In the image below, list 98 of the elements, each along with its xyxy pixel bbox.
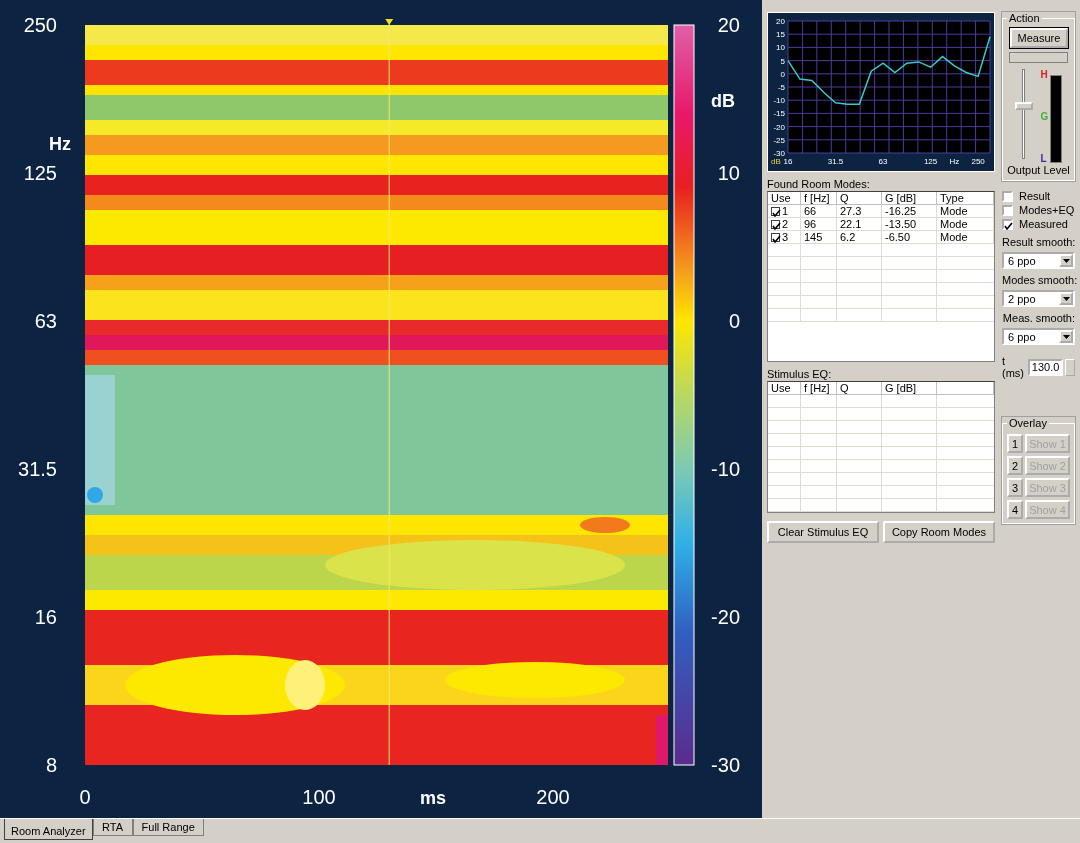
table-cell: Mode <box>940 218 968 230</box>
y-tick-label: -5 <box>777 83 785 92</box>
tab[interactable]: Full Range <box>132 819 204 836</box>
table-cell: 6.2 <box>840 231 856 243</box>
table-cell: 27.3 <box>840 205 862 217</box>
x-axis-tick: 100 <box>302 786 336 808</box>
y-tick-label: 5 <box>780 56 785 66</box>
section-title: Found Room Modes: <box>767 178 871 191</box>
y-axis-tick: 63 <box>34 310 57 332</box>
column-header[interactable]: G [dB] <box>882 192 937 205</box>
use-checkbox[interactable] <box>771 232 780 242</box>
smoothing-dropdown[interactable]: 6 ppo <box>1002 328 1075 345</box>
action-button[interactable]: Copy Room Modes <box>883 521 995 543</box>
field-label: Result smooth: <box>1002 236 1075 248</box>
dropdown-arrow-icon <box>1062 334 1070 339</box>
slider-thumb[interactable] <box>1014 101 1033 110</box>
tab[interactable]: Room Analyzer <box>4 819 93 840</box>
column-header[interactable]: G [dB] <box>882 382 937 395</box>
y-tick-label: -20 <box>773 122 785 132</box>
section-title: Stimulus EQ: <box>767 368 833 381</box>
y-tick-label: 15 <box>776 30 785 40</box>
field-label: Modes smooth: <box>1002 274 1075 286</box>
x-tick-label: 63 <box>878 157 888 166</box>
x-tick-label: 31.5 <box>827 157 844 166</box>
table-cell: Mode <box>940 231 968 243</box>
column-header[interactable]: Q <box>837 192 882 205</box>
group-title: Action <box>1008 12 1041 24</box>
table-cell: 145 <box>804 231 823 243</box>
table-cell: 96 <box>804 218 817 230</box>
measure-button[interactable]: Measure <box>1009 28 1068 48</box>
column-header[interactable]: f [Hz] <box>801 382 837 395</box>
smoothing-dropdown[interactable]: 2 ppo <box>1002 290 1075 307</box>
field-label: t (ms) <box>1002 355 1025 379</box>
color-scale-tick: 0 <box>728 310 740 332</box>
meter-label: H <box>1040 69 1049 80</box>
color-scale-tick: -30 <box>711 754 740 776</box>
y-tick-label: -10 <box>773 96 785 106</box>
column-header[interactable]: Type <box>937 192 994 205</box>
checkbox-label: Result <box>1019 190 1051 202</box>
table-cell: 66 <box>804 205 817 217</box>
y-axis-tick: 8 <box>45 754 57 776</box>
y-axis-label: Hz <box>49 134 71 154</box>
y-axis-tick: 31.5 <box>18 458 57 480</box>
y-axis-tick: 250 <box>23 14 57 36</box>
checkbox-label: Modes+EQ <box>1019 204 1075 216</box>
y-tick-label: 0 <box>780 69 785 79</box>
table-cell: 22.1 <box>840 218 862 230</box>
y-tick-label: -25 <box>773 135 785 145</box>
table-cell: Mode <box>940 205 968 217</box>
meter-label: G <box>1040 111 1049 122</box>
x-tick-label: 16 <box>783 157 793 166</box>
x-axis-tick: 200 <box>536 786 570 808</box>
x-axis-tick: 0 <box>79 786 91 808</box>
cursor-line[interactable] <box>385 19 394 766</box>
checkbox[interactable] <box>1002 218 1013 230</box>
table-cell: -13.50 <box>885 218 917 230</box>
action-button[interactable]: Clear Stimulus EQ <box>767 521 879 543</box>
color-scale-tick: -20 <box>711 606 740 628</box>
meter-label: L <box>1040 153 1048 164</box>
column-header[interactable]: f [Hz] <box>801 192 837 205</box>
output-level-slider[interactable] <box>1014 69 1031 159</box>
table-cell: -6.50 <box>885 231 911 243</box>
table-cell: 3 <box>782 231 789 243</box>
y-axis-tick: 125 <box>23 162 57 184</box>
spin-buttons[interactable] <box>1065 358 1075 376</box>
color-scale-unit: dB <box>711 91 735 111</box>
color-scale-tick: 20 <box>717 14 740 36</box>
y-axis-tick: 16 <box>34 606 57 628</box>
y-tick-label: 10 <box>776 43 785 53</box>
use-checkbox[interactable] <box>771 206 780 216</box>
column-header[interactable]: Use <box>768 192 801 205</box>
x-axis-label: Hz <box>949 157 960 166</box>
x-tick-label: 125 <box>923 157 938 166</box>
checkbox-label: Measured <box>1019 218 1068 230</box>
y-tick-label: -15 <box>773 109 785 119</box>
use-checkbox[interactable] <box>771 219 780 229</box>
field-label: Meas. smooth: <box>1002 312 1075 324</box>
y-axis-label: dB <box>771 157 781 166</box>
table-cell: 1 <box>782 205 789 217</box>
checkbox[interactable] <box>1002 204 1013 216</box>
color-scale-tick: 10 <box>717 162 740 184</box>
y-tick-label: -30 <box>773 149 785 158</box>
x-axis-label: ms <box>420 788 446 808</box>
group-title: Overlay <box>1008 417 1048 429</box>
dropdown-arrow-icon <box>1062 258 1070 263</box>
column-header[interactable]: Use <box>768 382 801 395</box>
x-tick-label: 250 <box>971 157 985 166</box>
color-scale-tick: -10 <box>711 458 740 480</box>
smoothing-dropdown[interactable]: 6 ppo <box>1002 252 1075 269</box>
dropdown-arrow-icon <box>1062 296 1070 301</box>
checkbox[interactable] <box>1002 190 1013 202</box>
table-cell: 2 <box>782 218 789 230</box>
column-header[interactable]: Q <box>837 382 882 395</box>
output-level-label: Output Level <box>1007 164 1070 176</box>
time-field[interactable]: 130.0 <box>1027 358 1064 376</box>
tab[interactable]: RTA <box>92 819 133 836</box>
table-cell: -16.25 <box>885 205 917 217</box>
y-tick-label: 20 <box>776 17 785 26</box>
